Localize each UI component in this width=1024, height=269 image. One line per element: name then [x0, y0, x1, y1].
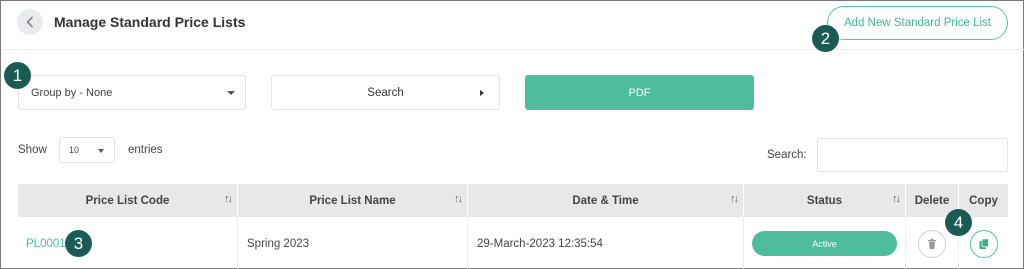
cell-price-list-name: Spring 2023 [238, 217, 468, 269]
callout-badge-3: 3 [65, 230, 92, 257]
add-new-price-list-button[interactable]: Add New Standard Price List [827, 6, 1008, 40]
column-header-price-list-name[interactable]: Price List Name ↑↓ [238, 184, 468, 217]
caret-down-icon [98, 149, 104, 153]
caret-right-icon [480, 90, 484, 96]
cell-price-list-code: PL0001 [18, 217, 238, 269]
callout-badge-4: 4 [945, 209, 972, 236]
status-badge: Active [752, 231, 897, 256]
group-by-value: Group by - None [31, 86, 113, 99]
sort-icon: ↑↓ [454, 193, 463, 205]
table-header: Price List Code ↑↓ Price List Name ↑↓ Da… [18, 184, 1008, 217]
callout-badge-2: 2 [812, 25, 839, 52]
header-divider [2, 49, 1024, 50]
column-header-price-list-code[interactable]: Price List Code ↑↓ [18, 184, 238, 217]
price-list-code-link[interactable]: PL0001 [26, 238, 66, 250]
table-row: PL0001 Spring 2023 29-March-2023 12:35:5… [18, 217, 1008, 269]
sort-icon: ↑↓ [224, 193, 233, 205]
sort-icon: ↑↓ [892, 193, 901, 205]
page-title: Manage Standard Price Lists [54, 14, 246, 30]
entries-select[interactable]: 10 [59, 137, 115, 163]
chevron-left-icon [26, 16, 33, 28]
entries-value: 10 [69, 145, 80, 155]
trash-icon [928, 238, 936, 249]
show-label: Show [18, 144, 47, 156]
cell-status: Active [744, 217, 906, 269]
table-search-input[interactable] [817, 138, 1008, 172]
delete-button[interactable] [918, 229, 946, 258]
entries-label: entries [128, 144, 163, 156]
caret-down-icon [227, 91, 235, 95]
back-button[interactable] [17, 9, 43, 35]
search-button-label: Search [367, 86, 404, 99]
copy-icon [979, 237, 989, 249]
callout-badge-1: 1 [4, 62, 31, 89]
cell-date-time: 29-March-2023 12:35:54 [468, 217, 744, 269]
sort-icon: ↑↓ [730, 193, 739, 205]
copy-button[interactable] [969, 229, 998, 258]
column-header-status[interactable]: Status ↑↓ [744, 184, 906, 217]
pdf-button[interactable]: PDF [525, 75, 754, 110]
column-header-date-time[interactable]: Date & Time ↑↓ [468, 184, 744, 217]
search-button[interactable]: Search [271, 75, 500, 110]
table-search-label: Search: [767, 149, 807, 161]
group-by-select[interactable]: Group by - None [18, 75, 246, 110]
page-frame: Manage Standard Price Lists Add New Stan… [0, 0, 1024, 269]
